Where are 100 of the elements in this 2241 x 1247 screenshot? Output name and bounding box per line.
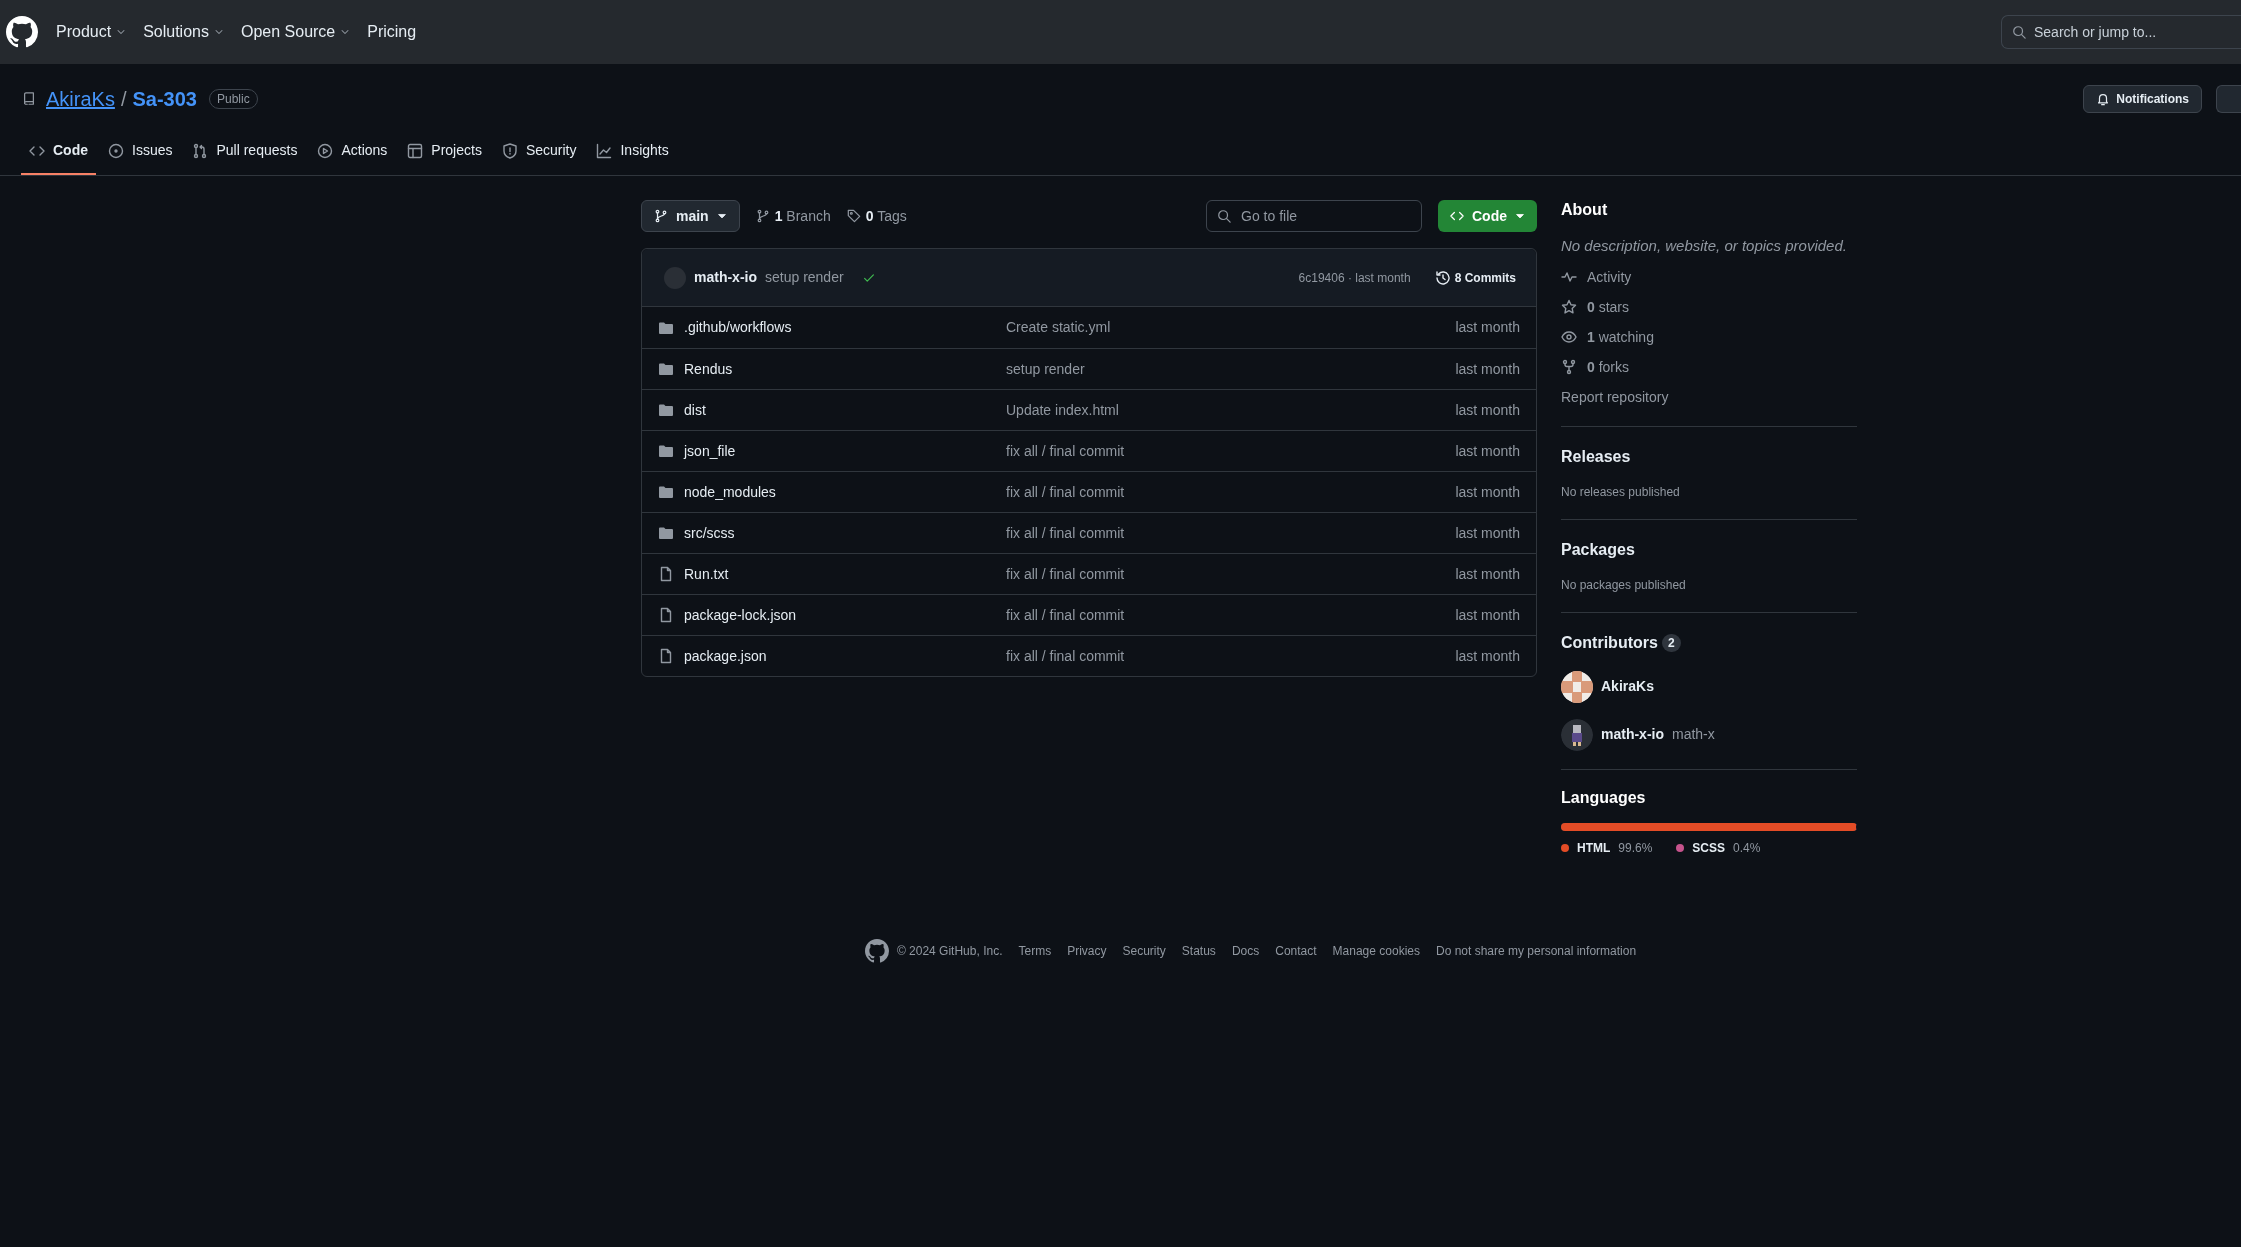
footer-link[interactable]: Terms [1018,941,1052,960]
caret-icon [1515,211,1525,221]
fork-icon [1561,359,1577,376]
repo-name-link[interactable]: Sa-303 [132,84,197,114]
commit-message-link[interactable]: fix all / final commit [1006,645,1125,667]
nav-menu-item[interactable]: Pricing [359,20,425,44]
graph-icon [596,142,613,159]
file-icon [658,607,674,623]
repo-tab[interactable]: Projects [399,134,490,175]
section-title: Languages [1561,787,1647,807]
footer-link[interactable]: Do not share my personal information [1435,941,1637,960]
history-icon [1434,269,1451,286]
branch-icon [755,209,770,223]
updated-time: last month [1455,564,1520,584]
file-name-link[interactable]: package.json [674,645,767,667]
nav-menu-item[interactable]: Solutions [135,20,233,44]
commit-message-link[interactable]: setup render [1006,358,1085,380]
copyright-text: © 2024 GitHub, Inc. [896,942,1003,960]
bell-icon [2096,92,2111,106]
tags-link[interactable]: 0 Tags [846,205,907,227]
repo-tab[interactable]: Security [493,134,585,175]
repo-owner-link[interactable]: AkiraKs [46,84,115,114]
branch-selector[interactable]: main [641,200,740,232]
repo-stat-link[interactable]: 0 stars [1561,296,1857,318]
repo-stat-link[interactable]: 1 watching [1561,326,1857,348]
repo-tab[interactable]: Code [21,134,96,175]
commit-message-link[interactable]: fix all / final commit [1006,563,1125,585]
search-field[interactable]: Search or jump to... [2001,15,2241,49]
updated-time: last month [1455,359,1520,379]
folder-icon [658,402,674,418]
language-link[interactable]: HTML 99.6% [1561,838,1653,857]
file-name-link[interactable]: Rendus [674,358,733,380]
search-icon [2012,25,2026,39]
footer-link[interactable]: Docs [1231,941,1260,960]
file-name-link[interactable]: Run.txt [674,563,729,585]
file-icon [658,566,674,582]
nav-menu-item[interactable]: Product [48,20,136,44]
avatar[interactable] [1561,718,1593,751]
branches-link[interactable]: 1 Branch [755,205,831,227]
repo-tab[interactable]: Actions [309,134,396,175]
contributor-name: math-x [1672,725,1715,745]
commit-message-link[interactable]: fix all / final commit [1006,604,1125,626]
file-icon [658,648,674,664]
file-name-link[interactable]: node_modules [674,481,776,503]
contributor-link[interactable]: math-x-io [1601,724,1664,746]
github-logo-icon[interactable] [6,16,38,48]
eye-icon [1561,329,1577,346]
folder-icon [658,443,674,459]
table-icon [407,142,424,159]
commit-message-link[interactable]: Update index.html [1006,399,1119,421]
caret-icon [716,211,727,221]
branch-icon [654,209,668,223]
updated-time: last month [1455,646,1520,666]
repo-tab[interactable]: Insights [588,134,677,175]
repo-description: No description, website, or topics provided. [1561,236,1848,257]
empty-state-text: No releases published [1561,483,1681,501]
section-title[interactable]: Contributors [1561,630,1658,655]
updated-time: last month [1455,605,1520,625]
report-link[interactable]: Report repository [1561,386,1669,408]
commit-message-link[interactable]: Create static.yml [1006,317,1111,338]
updated-time: last month [1455,523,1520,543]
commit-author-link[interactable]: math-x-io [694,267,757,288]
repository-icon [22,92,36,106]
search-icon [1217,209,1231,223]
footer-link[interactable]: Manage cookies [1332,941,1420,960]
play-icon [317,142,334,159]
notifications-button[interactable]: Notifications [2083,85,2202,113]
section-title[interactable]: Releases [1561,444,1631,469]
tag-icon [846,209,861,223]
repo-stat-link[interactable]: Activity [1561,266,1857,288]
repo-stat-link[interactable]: 0 forks [1561,356,1857,378]
nav-menu-item[interactable]: Open Source [232,20,360,44]
avatar[interactable] [1561,670,1593,703]
file-name-link[interactable]: dist [674,399,706,421]
path-separator: / [120,87,127,112]
github-logo-icon [864,938,889,963]
file-name-link[interactable]: .github/workflows [674,317,792,338]
language-link[interactable]: SCSS 0.4% [1676,838,1761,857]
repo-tab[interactable]: Pull requests [184,134,306,175]
commit-message-link[interactable]: setup render [765,267,844,288]
footer-link[interactable]: Contact [1275,941,1317,960]
commit-hash-time: 6c19406 · last month [1298,269,1411,287]
code-button[interactable]: Code [1438,200,1537,232]
commit-message-link[interactable]: fix all / final commit [1006,481,1125,503]
contributor-link[interactable]: AkiraKs [1601,676,1654,698]
updated-time: last month [1455,482,1520,502]
file-name-link[interactable]: package-lock.json [674,604,797,626]
section-title[interactable]: Packages [1561,537,1635,562]
file-name-link[interactable]: src/scss [674,522,735,544]
footer-link[interactable]: Privacy [1067,941,1107,960]
commits-link[interactable]: 8 Commits [1434,268,1516,287]
footer-link[interactable]: Status [1181,941,1216,960]
section-title: About [1561,200,1609,220]
file-name-link[interactable]: json_file [674,440,736,462]
go-to-file-field[interactable]: Go to file [1206,200,1422,232]
commit-message-link[interactable]: fix all / final commit [1006,440,1125,462]
footer-link[interactable]: Security [1122,941,1166,960]
commit-message-link[interactable]: fix all / final commit [1006,522,1125,544]
pull-request-icon [192,142,209,159]
repo-tab[interactable]: Issues [100,134,181,175]
